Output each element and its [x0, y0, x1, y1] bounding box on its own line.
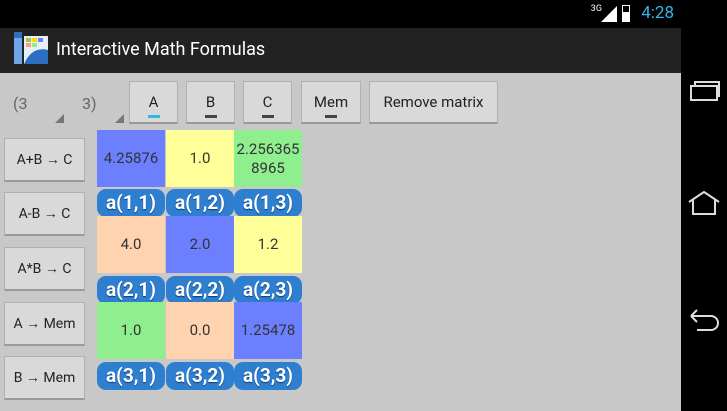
matrix-cell[interactable]: 2.256365 8965 — [234, 130, 302, 187]
tab-label: C — [262, 93, 273, 111]
back-icon[interactable] — [687, 304, 721, 334]
matrix-cell[interactable]: 1.25478 — [234, 302, 302, 359]
add-matrices-button[interactable]: A+B → C — [4, 138, 85, 182]
tab-indicator — [204, 115, 217, 118]
rows-value: (3 — [13, 94, 28, 113]
cell-label: a(3,3) — [234, 362, 302, 390]
matrix-cell[interactable]: 0.0 — [166, 302, 234, 359]
rows-spinner[interactable]: (3 — [8, 89, 66, 125]
app-logo-icon[interactable] — [14, 32, 50, 68]
navigation-bar — [681, 28, 727, 411]
cell-label: a(2,2) — [166, 276, 234, 304]
subtract-matrices-button[interactable]: A-B → C — [4, 192, 85, 236]
cell-value: 1.25478 — [240, 321, 296, 339]
signal-icon — [601, 6, 617, 22]
tab-indicator — [261, 115, 274, 118]
tab-label: Mem — [313, 93, 349, 111]
matrix-cell[interactable]: 1.0 — [166, 130, 234, 187]
remove-matrix-label: Remove matrix — [383, 93, 484, 111]
dropdown-corner-icon — [115, 114, 124, 123]
cell-value: 1.0 — [189, 149, 211, 167]
tab-indicator — [325, 115, 337, 118]
cell-value: 4.0 — [120, 235, 142, 253]
cell-label: a(1,2) — [166, 189, 234, 217]
store-a-memory-button[interactable]: A → Mem — [4, 302, 85, 346]
cell-label: a(3,2) — [166, 362, 234, 390]
cell-value: 4.25876 — [103, 149, 159, 167]
cell-value: 0.0 — [189, 321, 211, 339]
cell-label: a(2,3) — [234, 276, 302, 304]
tab-label: B — [205, 93, 216, 111]
cell-label: a(1,1) — [97, 189, 165, 217]
matrix-cell[interactable]: 4.0 — [97, 216, 165, 273]
dropdown-corner-icon — [55, 114, 64, 123]
status-time: 4:28 — [641, 3, 674, 23]
cols-value: 3) — [82, 94, 97, 113]
tab-matrix-a[interactable]: A — [129, 81, 178, 124]
action-bar: Interactive Math Formulas — [0, 28, 681, 73]
recent-apps-icon[interactable] — [687, 76, 721, 106]
multiply-matrices-button[interactable]: A*B → C — [4, 247, 85, 291]
tab-matrix-c[interactable]: C — [243, 81, 292, 124]
tab-memory[interactable]: Mem — [301, 81, 361, 124]
matrix-cell[interactable]: 2.0 — [166, 216, 234, 273]
remove-matrix-button[interactable]: Remove matrix — [369, 81, 498, 124]
matrix-cell[interactable]: 1.2 — [234, 216, 302, 273]
cell-label: a(3,1) — [97, 362, 165, 390]
cell-value: 1.0 — [120, 321, 142, 339]
cell-label: a(1,3) — [234, 189, 302, 217]
status-bar: 3G 4:28 — [0, 0, 727, 28]
tab-label: A — [148, 93, 159, 111]
main-content: (3 3) A B C Mem Remove matrix A+B → C A-… — [0, 73, 681, 411]
matrix-cell[interactable]: 1.0 — [97, 302, 165, 359]
cell-value: 2.256365 8965 — [236, 139, 300, 177]
cell-value: 1.2 — [257, 235, 279, 253]
home-icon[interactable] — [687, 188, 721, 218]
cell-value: 2.0 — [189, 235, 211, 253]
tab-matrix-b[interactable]: B — [186, 81, 235, 124]
app-title: Interactive Math Formulas — [56, 39, 266, 60]
battery-icon — [622, 5, 630, 22]
store-b-memory-button[interactable]: B → Mem — [4, 356, 85, 400]
tab-active-indicator — [147, 115, 160, 118]
cell-label: a(2,1) — [97, 276, 165, 304]
matrix-cell[interactable]: 4.25876 — [97, 130, 165, 187]
cols-spinner[interactable]: 3) — [70, 89, 126, 125]
